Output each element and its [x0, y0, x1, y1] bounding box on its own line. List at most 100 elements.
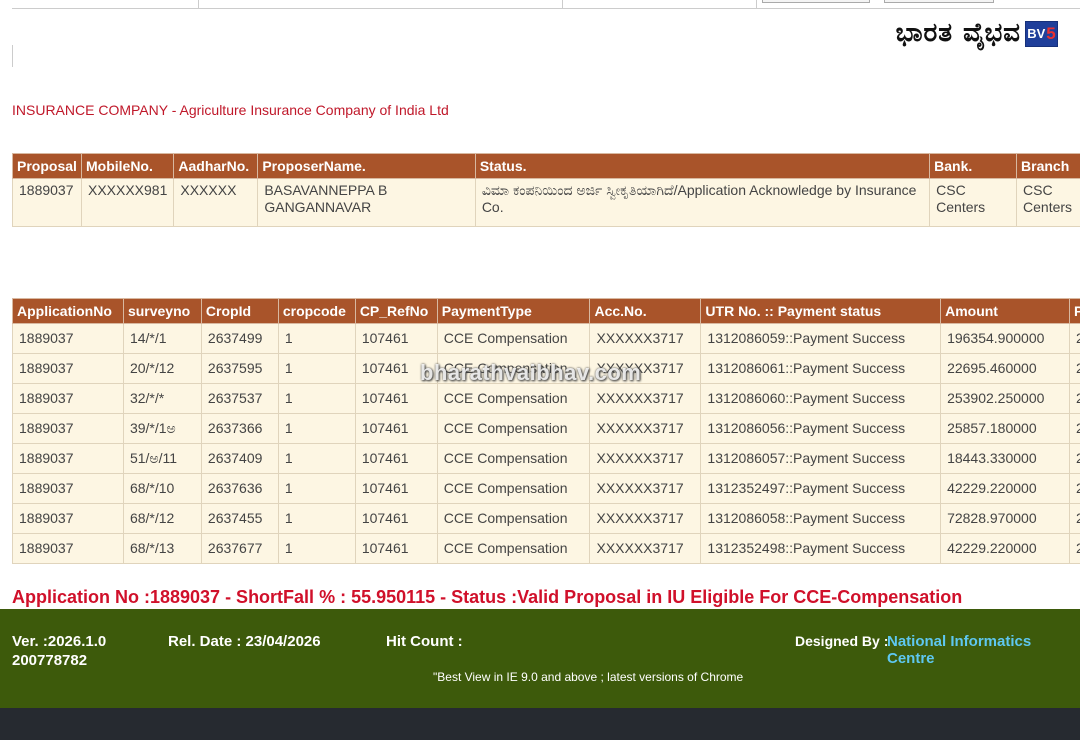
survey-no-cell: 32/*/* — [122, 383, 202, 414]
table-row: 1889037 39/*/1ಅ 2637366 1 107461 CCE Compensa… — [12, 413, 1080, 444]
survey-no-cell: 68/*/13 — [122, 533, 202, 564]
acc-no-cell: XXXXXX3717 — [589, 383, 702, 414]
col-header: Bank. — [929, 153, 1018, 179]
payment-table-header: ApplicationNo surveyno CropId cropcode C… — [12, 298, 1080, 324]
cp-refno-cell: 107461 — [354, 413, 438, 444]
table-row: 1889037 XXXXXX981 XXXXXX BASAVANNEPPA B … — [12, 178, 1080, 227]
proposer-name-cell: BASAVANNEPPA B GANGANNAVAR — [257, 178, 476, 227]
table-row: 1889037 68/*/13 2637677 1 107461 CCE Compensa… — [12, 533, 1080, 564]
cp-refno-cell: 107461 — [354, 503, 438, 534]
col-header: UTR No. :: Payment status — [700, 298, 942, 324]
proposal-table-header: Proposal MobileNo. AadharNo. ProposerNam… — [12, 153, 1080, 179]
proposal-table: Proposal MobileNo. AadharNo. ProposerNam… — [12, 153, 1080, 227]
application-no-cell: 1889037 — [12, 533, 124, 564]
amount-cell: 22695.460000 — [940, 353, 1070, 384]
release-date: Rel. Date : 23/04/2026 — [168, 633, 321, 650]
utr-status-cell: 1312352497::Payment Success — [700, 473, 942, 504]
application-summary: Application No :1889037 - ShortFall % : … — [12, 587, 963, 607]
crop-id-cell: 2637366 — [200, 413, 279, 444]
payment-type-cell: CCE Compensation — [436, 383, 591, 414]
utr-status-cell: 1312086058::Payment Success — [700, 503, 942, 534]
brand-logo-number: 5 — [1046, 23, 1056, 43]
mobile-cell: XXXXXX981 — [80, 178, 175, 227]
p-cell: 2 — [1068, 533, 1080, 564]
p-cell: 2 — [1068, 443, 1080, 474]
acc-no-cell: XXXXXX3717 — [589, 503, 702, 534]
table-row: 1889037 68/*/12 2637455 1 107461 CCE Compensa… — [12, 503, 1080, 534]
payment-type-cell: CCE Compensation — [436, 443, 591, 474]
toolbar-button[interactable] — [884, 0, 994, 3]
crop-id-cell: 2637499 — [200, 323, 279, 354]
bottom-bar — [0, 708, 1080, 740]
survey-no-cell: 68/*/10 — [122, 473, 202, 504]
acc-no-cell: XXXXXX3717 — [589, 443, 702, 474]
payment-type-cell: CCE Compensation — [436, 323, 591, 354]
p-cell: 2 — [1068, 473, 1080, 504]
crop-code-cell: 1 — [277, 323, 356, 354]
col-header: PaymentType — [436, 298, 591, 324]
payment-type-cell: CCE Compensation — [436, 413, 591, 444]
application-no-cell: 1889037 — [12, 443, 124, 474]
survey-no-cell: 51/ಅ/11 — [122, 443, 202, 474]
cp-refno-cell: 107461 — [354, 323, 438, 354]
crop-code-cell: 1 — [277, 413, 356, 444]
amount-cell: 253902.250000 — [940, 383, 1070, 414]
crop-code-cell: 1 — [277, 383, 356, 414]
bank-cell: CSC Centers — [929, 178, 1018, 227]
brand-watermark-logo: ಭಾರತ ವೈಭವ BV 5 — [896, 18, 1058, 49]
cp-refno-cell: 107461 — [354, 443, 438, 474]
amount-cell: 25857.180000 — [940, 413, 1070, 444]
col-header: AadharNo. — [173, 153, 259, 179]
table-row: 1889037 68/*/10 2637636 1 107461 CCE Compensa… — [12, 473, 1080, 504]
proposal-cell: 1889037 — [12, 178, 82, 227]
page-footer: Ver. :2026.1.0 200778782 Rel. Date : 23/… — [0, 609, 1080, 708]
cp-refno-cell: 107461 — [354, 383, 438, 414]
browser-note: "Best View in IE 9.0 and above ; latest … — [433, 670, 744, 684]
col-header: MobileNo. — [80, 153, 175, 179]
utr-status-cell: 1312086060::Payment Success — [700, 383, 942, 414]
status-cell: ವಿಮಾ ಕಂಪನಿಯಿಂದ ಅರ್ಜಿ ಸ್ವೀಕೃತಿಯಾಗಿದೆ/Appl… — [474, 178, 931, 227]
amount-cell: 196354.900000 — [940, 323, 1070, 354]
crop-id-cell: 2637595 — [200, 353, 279, 384]
crop-code-cell: 1 — [277, 503, 356, 534]
utr-status-cell: 1312086059::Payment Success — [700, 323, 942, 354]
survey-no-cell: 14/*/1 — [122, 323, 202, 354]
hit-count: Hit Count : — [386, 633, 463, 650]
acc-no-cell: XXXXXX3717 — [589, 473, 702, 504]
toolbar-cell — [198, 0, 563, 8]
table-row: 1889037 32/*/* 2637537 1 107461 CCE Compensat… — [12, 383, 1080, 414]
utr-status-cell: 1312086057::Payment Success — [700, 443, 942, 474]
application-no-cell: 1889037 — [12, 383, 124, 414]
cp-refno-cell: 107461 — [354, 533, 438, 564]
insurance-company-label: INSURANCE COMPANY - Agriculture Insuranc… — [12, 102, 449, 118]
p-cell: 2 — [1068, 383, 1080, 414]
site-watermark: bharathvaibhav.com — [420, 360, 642, 385]
branch-cell: CSC Centers — [1016, 178, 1080, 227]
p-cell: 2 — [1068, 323, 1080, 354]
crop-id-cell: 2637455 — [200, 503, 279, 534]
crop-id-cell: 2637537 — [200, 383, 279, 414]
survey-no-cell: 39/*/1ಅ — [122, 413, 202, 444]
utr-status-cell: 1312352498::Payment Success — [700, 533, 942, 564]
payment-type-cell: CCE Compensation — [436, 473, 591, 504]
col-header: ApplicationNo — [12, 298, 124, 324]
survey-no-cell: 68/*/12 — [122, 503, 202, 534]
col-header: CropId — [200, 298, 279, 324]
application-no-cell: 1889037 — [12, 503, 124, 534]
amount-cell: 42229.220000 — [940, 473, 1070, 504]
payment-table: ApplicationNo surveyno CropId cropcode C… — [12, 298, 1080, 564]
nic-link[interactable]: National Informatics Centre — [887, 633, 1080, 667]
col-header: surveyno — [122, 298, 202, 324]
brand-logo-letters: BV — [1027, 26, 1046, 41]
col-header: Status. — [474, 153, 931, 179]
bv5-logo-icon: BV 5 — [1025, 20, 1058, 47]
col-header: Amount — [940, 298, 1070, 324]
utr-status-cell: 1312086056::Payment Success — [700, 413, 942, 444]
version-label: Ver. :2026.1.0 — [12, 633, 107, 650]
amount-cell: 72828.970000 — [940, 503, 1070, 534]
cp-refno-cell: 107461 — [354, 473, 438, 504]
crop-code-cell: 1 — [277, 533, 356, 564]
toolbar-cell — [562, 0, 757, 8]
toolbar-button[interactable] — [762, 0, 870, 3]
application-no-cell: 1889037 — [12, 473, 124, 504]
